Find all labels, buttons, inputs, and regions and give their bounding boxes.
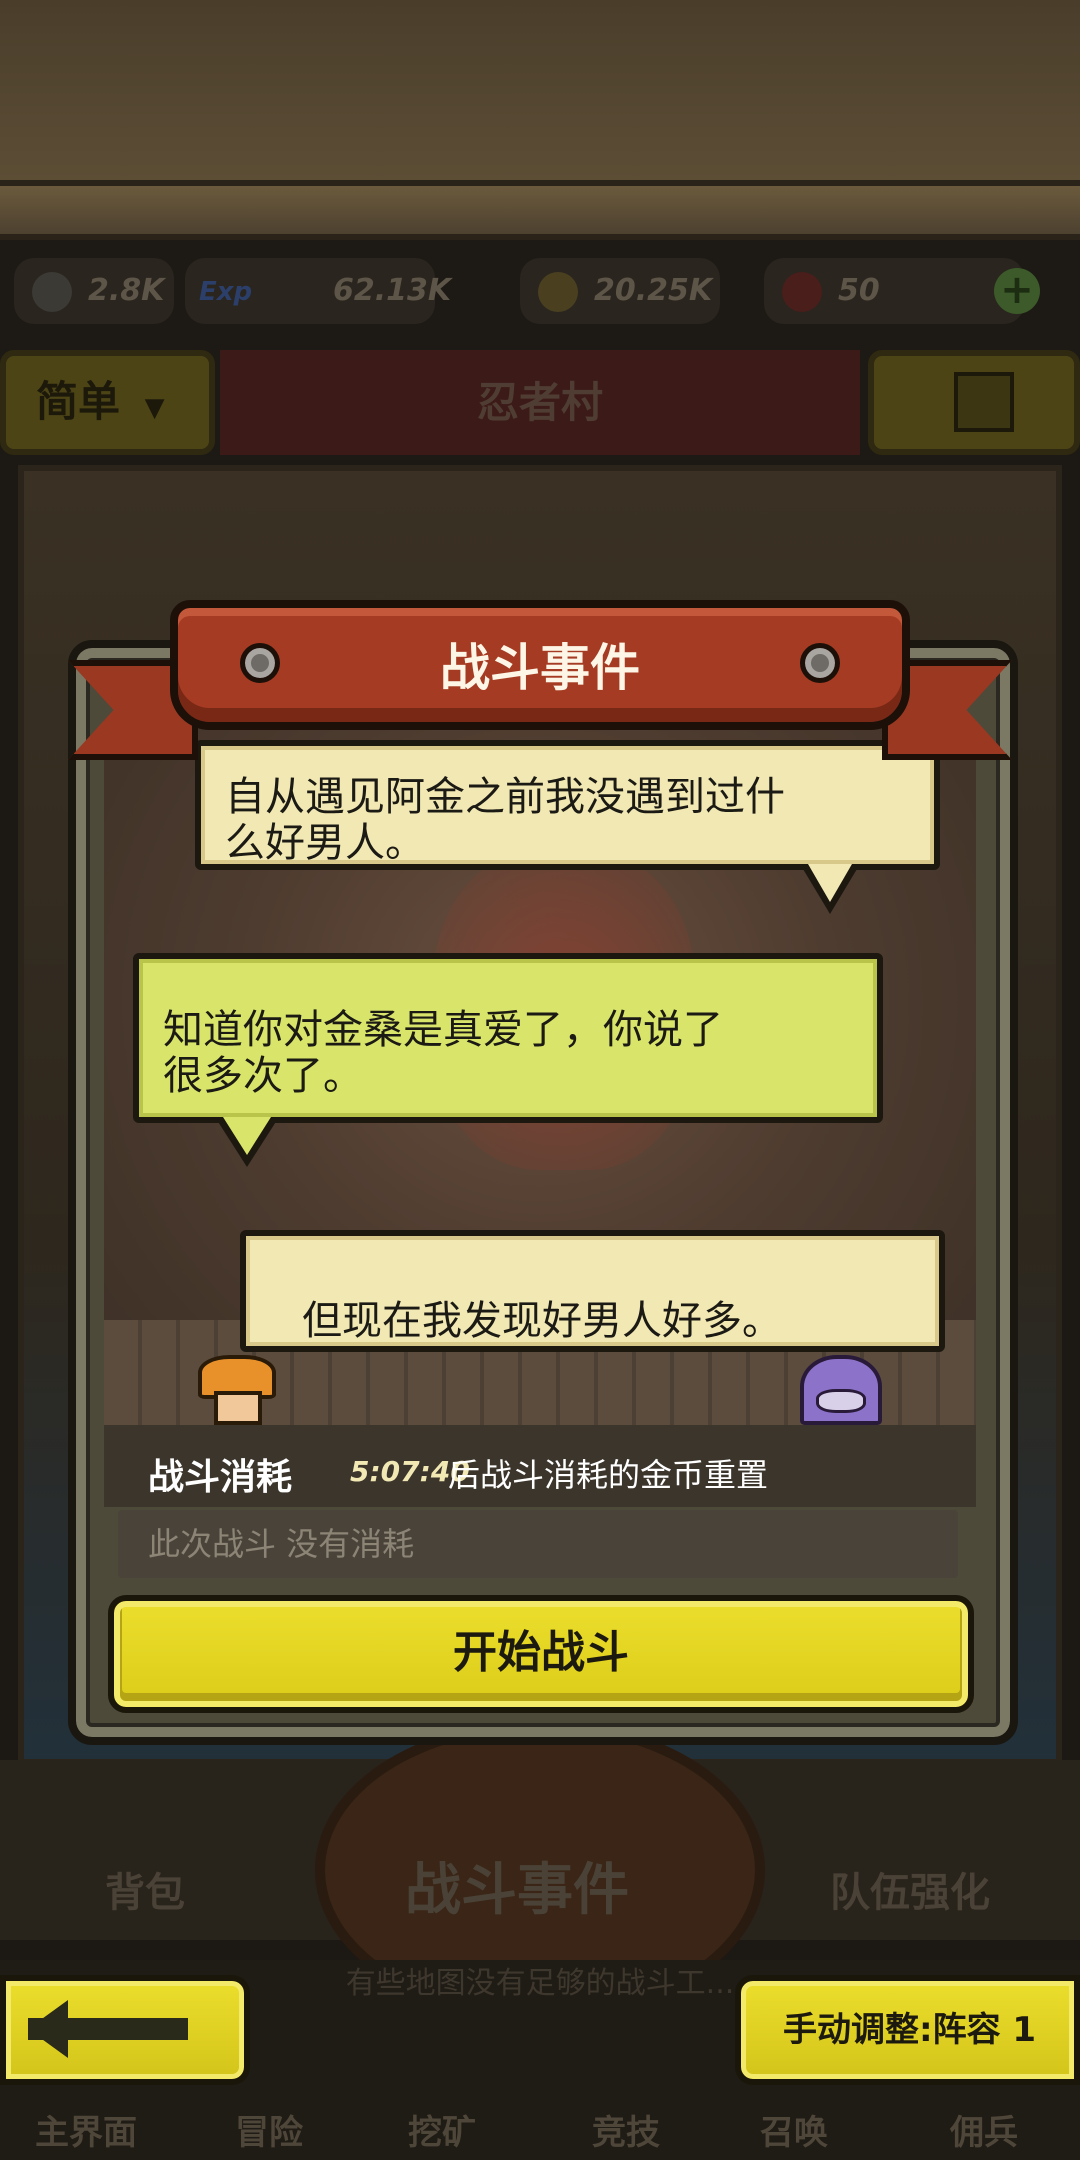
battle-event-button[interactable]: 战斗事件 bbox=[405, 1845, 629, 1926]
region-title: 忍者村 bbox=[220, 350, 860, 455]
meat-icon bbox=[782, 272, 822, 312]
bag-button[interactable]: 背包 bbox=[105, 1860, 185, 1918]
attack-resource: 2.8K bbox=[14, 258, 174, 324]
cost-value: 此次战斗 没有消耗 bbox=[118, 1510, 958, 1578]
bubble-tail-fill bbox=[808, 864, 852, 902]
frame-strip bbox=[0, 180, 1080, 240]
map-icon bbox=[954, 372, 1014, 432]
hero-character bbox=[192, 1355, 282, 1425]
back-arrow-shaft bbox=[28, 2018, 188, 2040]
exp-resource: Exp 62.13K bbox=[185, 258, 451, 324]
nav-arena[interactable]: 竞技 bbox=[592, 2105, 660, 2154]
dialogue-line: 知道你对金桑是真爱了，你说了 bbox=[163, 1007, 723, 1053]
meat-resource: 50 bbox=[764, 258, 1024, 324]
gold-coin-icon bbox=[538, 272, 578, 312]
difficulty-label: 简单 bbox=[36, 377, 121, 426]
bubble-tail-fill bbox=[223, 1117, 271, 1155]
gold-value: 20.25K bbox=[594, 273, 713, 308]
meat-value: 50 bbox=[838, 273, 880, 308]
dialogue-line: 但现在我发现好男人好多。 bbox=[302, 1298, 782, 1344]
dialogue-bubble: 自从遇见阿金之前我没遇到过什 么好男人。 bbox=[195, 740, 940, 870]
nav-mine[interactable]: 挖矿 bbox=[408, 2105, 476, 2154]
dialogue-line: 么好男人。 bbox=[225, 820, 425, 866]
dialogue-line: 自从遇见阿金之前我没遇到过什 bbox=[225, 774, 785, 820]
attack-value: 2.8K bbox=[88, 273, 165, 308]
sword-icon bbox=[32, 272, 72, 312]
formation-button[interactable]: 手动调整:阵容 1 bbox=[735, 1975, 1080, 2085]
exp-value: 62.13K bbox=[333, 273, 452, 308]
nav-summon[interactable]: 召唤 bbox=[760, 2105, 828, 2154]
nav-mercenary[interactable]: 佣兵 bbox=[950, 2105, 1018, 2154]
dialogue-line: 很多次了。 bbox=[163, 1053, 363, 1099]
hint-text: 有些地图没有足够的战斗工... bbox=[345, 1966, 735, 2001]
team-upgrade-button[interactable]: 队伍强化 bbox=[830, 1860, 990, 1918]
map-strip bbox=[0, 0, 1080, 180]
gold-resource: 20.25K bbox=[520, 258, 720, 324]
purple-hair-character bbox=[796, 1355, 886, 1425]
modal-title: 战斗事件 bbox=[440, 639, 640, 697]
exp-icon: Exp bbox=[199, 277, 253, 307]
start-battle-button[interactable]: 开始战斗 bbox=[108, 1595, 974, 1713]
nav-main[interactable]: 主界面 bbox=[35, 2105, 137, 2154]
dialogue-bubble: 但现在我发现好男人好多。 bbox=[240, 1230, 945, 1352]
cost-reset-text: 后战斗消耗的金币重置 bbox=[448, 1456, 769, 1494]
world-map-button[interactable] bbox=[868, 350, 1080, 455]
chevron-down-icon: ▼ bbox=[144, 393, 165, 423]
nav-adventure[interactable]: 冒险 bbox=[235, 2105, 303, 2154]
difficulty-dropdown[interactable]: 简单 ▼ bbox=[0, 350, 215, 455]
cost-label: 战斗消耗 bbox=[148, 1457, 293, 1498]
add-meat-button[interactable]: + bbox=[994, 268, 1040, 314]
dialogue-bubble: 知道你对金桑是真爱了，你说了 很多次了。 bbox=[133, 953, 883, 1123]
